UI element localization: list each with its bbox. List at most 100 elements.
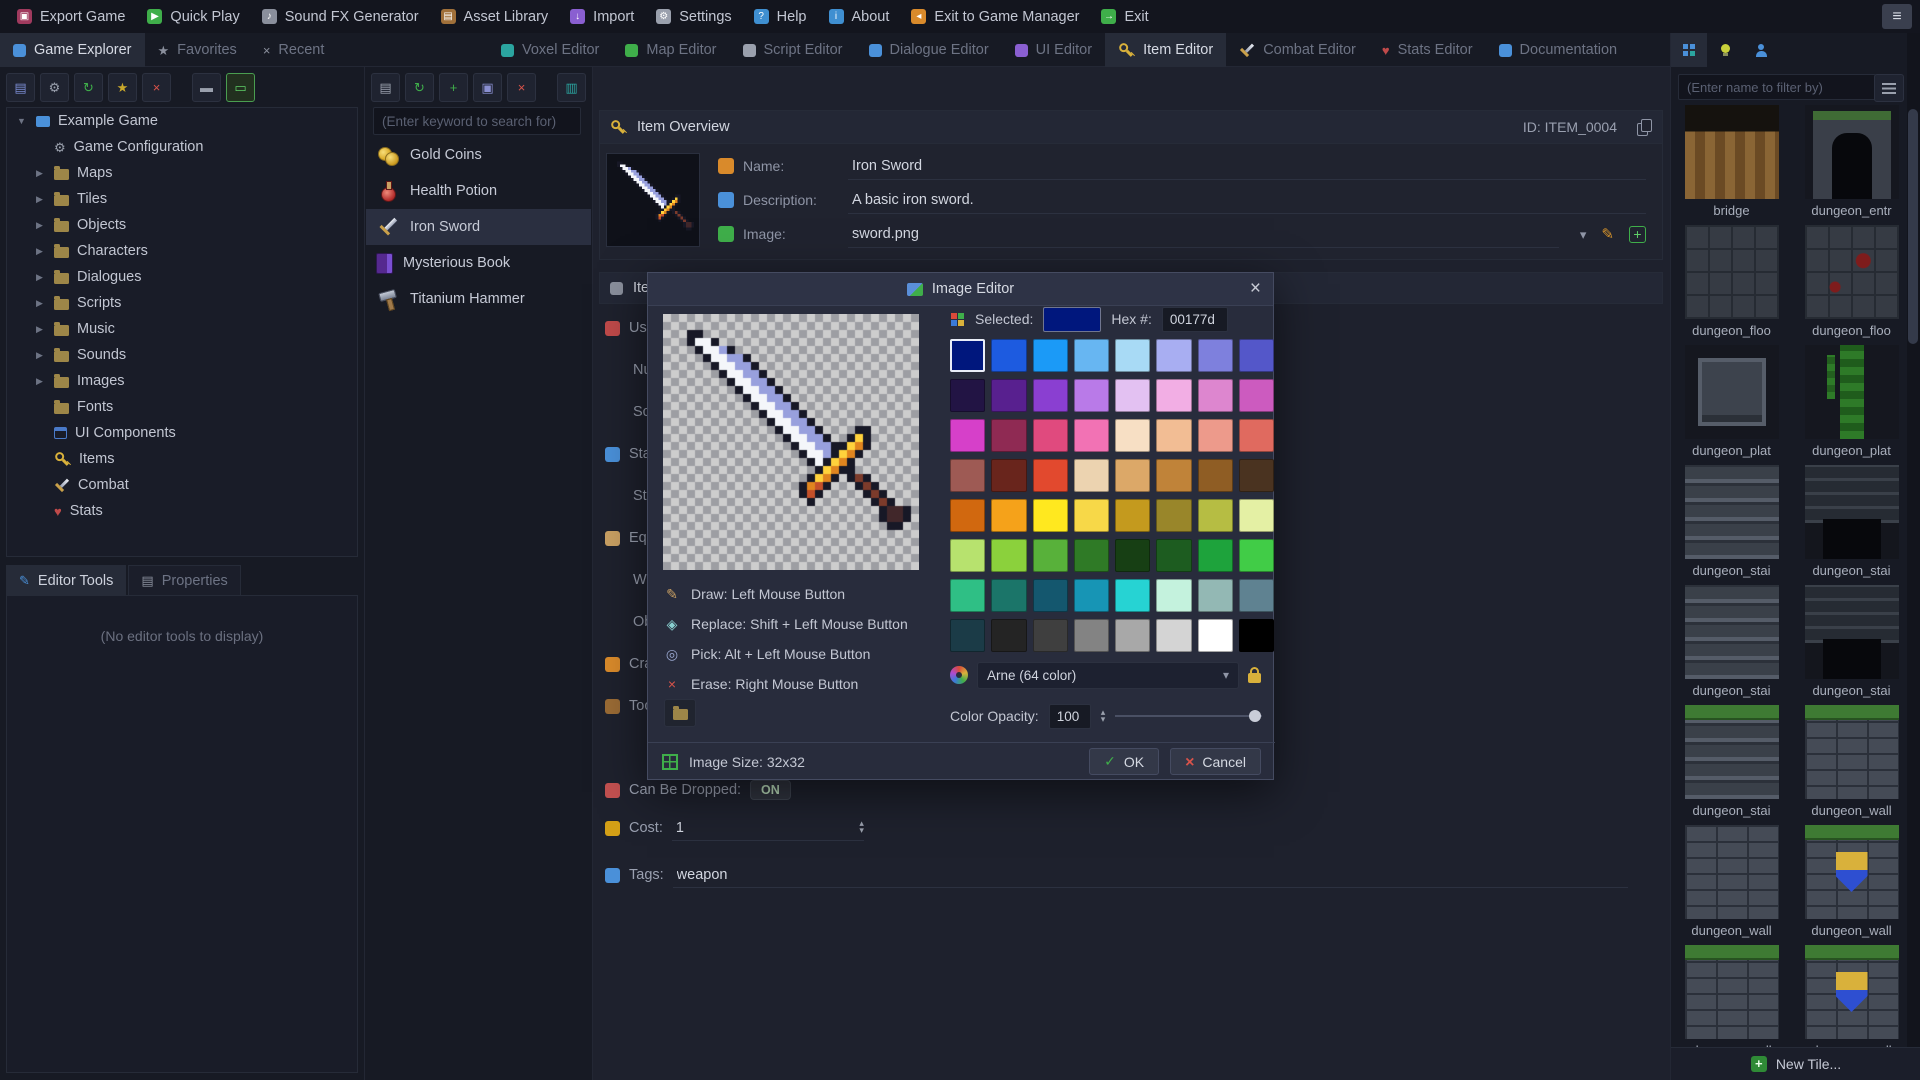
item-mysterious-book[interactable]: Mysterious Book [366, 245, 591, 281]
save-button[interactable]: ▤ [371, 73, 400, 102]
menu-item-export-game[interactable]: ▣Export Game [6, 0, 136, 33]
palette-swatch[interactable] [950, 339, 985, 372]
palette-swatch[interactable] [1074, 459, 1109, 492]
tile-dungeon-wall[interactable]: dungeon_wall [1795, 825, 1908, 938]
tab-stats-editor[interactable]: ♥Stats Editor [1369, 33, 1486, 67]
expand-arrow-icon[interactable]: ▶ [33, 324, 46, 335]
palette-swatch[interactable] [1115, 419, 1150, 452]
dropdown-arrow-icon[interactable]: ▾ [1580, 228, 1587, 241]
expand-arrow-icon[interactable]: ▶ [33, 220, 46, 231]
tree-item-sounds[interactable]: ▶Sounds [7, 342, 357, 368]
tile-dungeon-stai[interactable]: dungeon_stai [1675, 585, 1788, 698]
tile-bridge[interactable]: bridge [1675, 105, 1788, 218]
palette-swatch[interactable] [991, 459, 1026, 492]
palette-swatch[interactable] [1239, 459, 1274, 492]
menu-item-settings[interactable]: ⚙Settings [645, 0, 742, 33]
expand-arrow-icon[interactable]: ▶ [33, 350, 46, 361]
slider-handle[interactable] [1249, 710, 1261, 722]
tree-item-scripts[interactable]: ▶Scripts [7, 290, 357, 316]
palette-swatch[interactable] [1115, 499, 1150, 532]
tile-filter-input[interactable] [1678, 74, 1876, 100]
tile-dungeon-stai[interactable]: dungeon_stai [1675, 465, 1788, 578]
tree-item-dialogues[interactable]: ▶Dialogues [7, 264, 357, 290]
pixel-canvas[interactable] [663, 314, 919, 570]
palette-swatch[interactable] [1198, 379, 1233, 412]
tile-dungeon-floo[interactable]: dungeon_floo [1675, 225, 1788, 338]
palette-swatch[interactable] [1198, 539, 1233, 572]
refresh-button[interactable]: ↻ [74, 73, 103, 102]
menu-item-asset-library[interactable]: ▤Asset Library [430, 0, 560, 33]
palette-swatch[interactable] [1033, 619, 1068, 652]
palette-swatch[interactable] [991, 539, 1026, 572]
cost-spinner[interactable] [859, 820, 864, 834]
palette-swatch[interactable] [1156, 539, 1191, 572]
item-gold-coins[interactable]: Gold Coins [366, 137, 591, 173]
scrollbar-thumb[interactable] [1908, 109, 1918, 344]
palette-swatch[interactable] [1239, 619, 1274, 652]
palette-swatch[interactable] [950, 619, 985, 652]
refresh-button[interactable]: ↻ [405, 73, 434, 102]
palette-swatch[interactable] [1074, 379, 1109, 412]
hamburger-menu-icon[interactable] [1882, 4, 1912, 29]
panel-tab-objects[interactable] [1707, 33, 1743, 67]
tab-ui-editor[interactable]: UI Editor [1002, 33, 1105, 67]
palette-swatch[interactable] [991, 499, 1026, 532]
palette-swatch[interactable] [1198, 579, 1233, 612]
expand-arrow-icon[interactable]: ▶ [33, 194, 46, 205]
menu-item-import[interactable]: ↓Import [559, 0, 645, 33]
sort-button[interactable] [1874, 74, 1904, 102]
configuration-button[interactable]: ⚙ [40, 73, 69, 102]
palette-swatch[interactable] [1074, 339, 1109, 372]
tags-input[interactable] [673, 862, 1628, 888]
opacity-input[interactable] [1049, 704, 1091, 729]
tree-item-tiles[interactable]: ▶Tiles [7, 186, 357, 212]
tile-dungeon-wall[interactable]: dungeon_wall [1795, 705, 1908, 818]
palette-swatch[interactable] [1033, 419, 1068, 452]
can-be-dropped-toggle[interactable]: ON [750, 780, 791, 800]
new-tile-button[interactable]: New Tile... [1671, 1047, 1920, 1080]
favorite-button[interactable]: ★ [108, 73, 137, 102]
tree-item-items[interactable]: Items [7, 446, 357, 472]
palette-swatch[interactable] [950, 379, 985, 412]
tile-dungeon-stai[interactable]: dungeon_stai [1675, 705, 1788, 818]
delete-button[interactable]: × [142, 73, 171, 102]
menu-item-help[interactable]: ?Help [743, 0, 818, 33]
close-dialog-button[interactable] [1250, 277, 1261, 301]
opacity-slider[interactable] [1115, 704, 1262, 728]
cost-input[interactable] [672, 815, 864, 841]
tree-item-fonts[interactable]: Fonts [7, 394, 357, 420]
palette-swatch[interactable] [1115, 539, 1150, 572]
palette-swatch[interactable] [1156, 379, 1191, 412]
panel-tab-tiles[interactable] [1671, 33, 1707, 67]
palette-swatch[interactable] [991, 579, 1026, 612]
palette-swatch[interactable] [1033, 379, 1068, 412]
hex-input[interactable] [1162, 307, 1228, 332]
menu-item-exit-to-game-manager[interactable]: ◂Exit to Game Manager [900, 0, 1090, 33]
palette-swatch[interactable] [1239, 539, 1274, 572]
expand-arrow-icon[interactable]: ▶ [33, 298, 46, 309]
field-value-image[interactable]: sword.png [848, 220, 1559, 248]
palette-swatch[interactable] [1074, 499, 1109, 532]
palette-swatch[interactable] [1239, 339, 1274, 372]
palette-swatch[interactable] [1074, 619, 1109, 652]
item-titanium-hammer[interactable]: Titanium Hammer [366, 281, 591, 317]
tab-script-editor[interactable]: Script Editor [730, 33, 856, 67]
add-button[interactable]: + [439, 73, 468, 102]
tree-item-maps[interactable]: ▶Maps [7, 160, 357, 186]
cancel-button[interactable]: Cancel [1170, 748, 1261, 775]
tile-dungeon-plat[interactable]: dungeon_plat [1675, 345, 1788, 458]
menu-item-sound-fx-generator[interactable]: ♪Sound FX Generator [251, 0, 430, 33]
menu-item-quick-play[interactable]: ▶Quick Play [136, 0, 250, 33]
palette-swatch[interactable] [1198, 339, 1233, 372]
expand-arrow-icon[interactable]: ▶ [33, 272, 46, 283]
tree-item-game-configuration[interactable]: ⚙Game Configuration [7, 134, 357, 160]
palette-dropdown[interactable]: Arne (64 color) [977, 662, 1239, 689]
tab-documentation[interactable]: Documentation [1486, 33, 1631, 67]
copy-id-icon[interactable] [1637, 119, 1652, 136]
palette-swatch[interactable] [991, 339, 1026, 372]
menu-item-exit[interactable]: →Exit [1090, 0, 1159, 33]
palette-swatch[interactable] [1033, 459, 1068, 492]
palette-swatch[interactable] [1239, 499, 1274, 532]
palette-swatch[interactable] [1198, 499, 1233, 532]
tile-dungeon-stai[interactable]: dungeon_stai [1795, 585, 1908, 698]
